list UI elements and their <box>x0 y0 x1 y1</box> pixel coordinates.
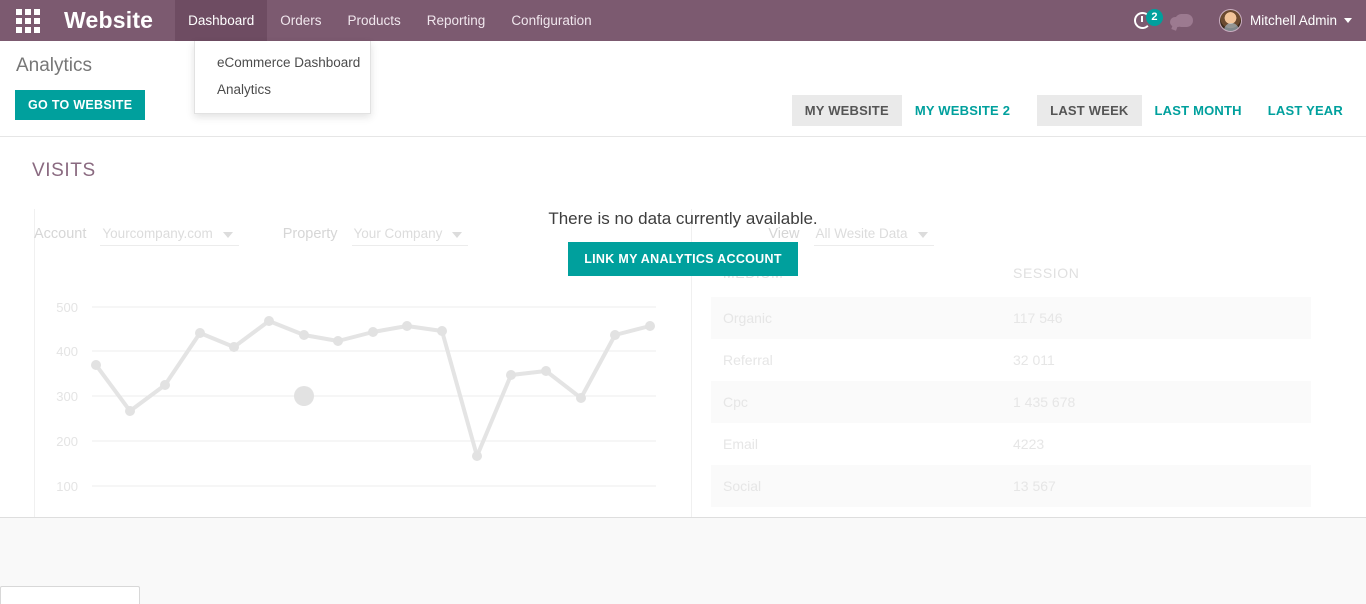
mediums-table: MEDIUM SESSION Organic 117 546 Referral … <box>711 265 1311 517</box>
apps-grid-icon <box>16 8 40 33</box>
cell-medium: Referral <box>723 352 773 368</box>
dropdown-item-analytics[interactable]: Analytics <box>195 76 370 103</box>
dashboard-dropdown-menu: eCommerce Dashboard Analytics <box>194 41 371 114</box>
chat-window-stub[interactable] <box>0 586 140 604</box>
activity-menu-button[interactable]: 2 <box>1133 9 1163 29</box>
table-body: Organic 117 546 Referral 32 011 Cpc 1 43… <box>711 297 1311 517</box>
cell-session: 13 567 <box>1013 478 1056 494</box>
menu-item-configuration[interactable]: Configuration <box>498 0 604 41</box>
main-menu: Dashboard Orders Products Reporting Conf… <box>175 0 604 41</box>
svg-text:100: 100 <box>56 479 78 494</box>
cell-medium: Cpc <box>723 394 748 410</box>
svg-text:500: 500 <box>56 300 78 315</box>
website-button-my-website-2[interactable]: MY WEBSITE 2 <box>902 95 1023 126</box>
cell-session: 117 546 <box>1013 310 1063 326</box>
table-row[interactable]: Referral 32 011 <box>711 339 1311 381</box>
visits-chart-svg: 500 400 300 200 100 <box>56 300 656 494</box>
table-row[interactable]: Something else 556 732 <box>711 507 1311 517</box>
chart-y-axis-labels: 500 400 300 200 100 <box>56 300 78 494</box>
go-to-website-button[interactable]: GO TO WEBSITE <box>15 90 146 120</box>
website-selector-group: MY WEBSITE MY WEBSITE 2 <box>791 95 1023 126</box>
activity-count-badge: 2 <box>1145 9 1163 26</box>
website-button-my-website[interactable]: MY WEBSITE <box>791 95 902 126</box>
menu-item-reporting[interactable]: Reporting <box>414 0 499 41</box>
brand-title[interactable]: Website <box>56 0 175 41</box>
table-row[interactable]: Social 13 567 <box>711 465 1311 507</box>
period-button-last-month[interactable]: LAST MONTH <box>1142 95 1255 126</box>
menu-item-products[interactable]: Products <box>334 0 413 41</box>
chat-bubble-icon[interactable] <box>1169 14 1193 27</box>
svg-text:200: 200 <box>56 434 78 449</box>
page-title: Analytics <box>16 55 93 76</box>
chart-series-line <box>94 319 652 458</box>
svg-text:300: 300 <box>56 389 78 404</box>
cell-medium: Email <box>723 436 759 452</box>
page-background-area <box>0 517 1366 604</box>
no-data-overlay: There is no data currently available. LI… <box>0 209 1366 276</box>
cell-session: 32 011 <box>1013 352 1055 368</box>
avatar <box>1218 9 1242 32</box>
cell-medium: Something else <box>711 507 1001 517</box>
table-row[interactable]: Organic 117 546 <box>711 297 1311 339</box>
period-selector-group: LAST WEEK LAST MONTH LAST YEAR <box>1037 95 1356 126</box>
table-row[interactable]: Cpc 1 435 678 <box>711 381 1311 423</box>
cell-medium: Organic <box>723 310 773 326</box>
menu-item-dashboard[interactable]: Dashboard <box>175 0 268 41</box>
apps-menu-button[interactable] <box>0 0 56 41</box>
period-button-last-year[interactable]: LAST YEAR <box>1255 95 1356 126</box>
svg-text:400: 400 <box>56 344 78 359</box>
cell-session: 1 435 678 <box>1013 394 1076 410</box>
link-analytics-account-button[interactable]: LINK MY ANALYTICS ACCOUNT <box>568 242 798 276</box>
menu-item-orders[interactable]: Orders <box>267 0 334 41</box>
dropdown-item-ecommerce-dashboard[interactable]: eCommerce Dashboard <box>195 49 370 76</box>
chevron-down-icon <box>1344 18 1352 23</box>
user-menu[interactable]: Mitchell Admin <box>1218 9 1352 32</box>
user-name-label: Mitchell Admin <box>1249 13 1337 28</box>
no-data-message: There is no data currently available. <box>548 209 818 228</box>
cell-medium: Social <box>723 478 762 494</box>
navbar-right-tools: 2 Mitchell Admin <box>1133 0 1366 41</box>
table-row[interactable]: Email 4223 <box>711 423 1311 465</box>
cell-session: 556 732 <box>1001 507 1311 517</box>
period-button-last-week[interactable]: LAST WEEK <box>1037 95 1142 126</box>
control-panel-buttons: MY WEBSITE MY WEBSITE 2 LAST WEEK LAST M… <box>791 95 1356 126</box>
top-navbar: Website Dashboard Orders Products Report… <box>0 0 1366 41</box>
mediums-table-wrapper: MEDIUM SESSION Organic 117 546 Referral … <box>711 265 1311 517</box>
section-title-visits: VISITS <box>32 160 96 181</box>
visits-line-chart: 500 400 300 200 100 <box>34 287 674 517</box>
cell-session: 4223 <box>1013 436 1045 452</box>
analytics-dashboard-content: VISITS Account Yourcompany.com Property … <box>0 137 1366 517</box>
